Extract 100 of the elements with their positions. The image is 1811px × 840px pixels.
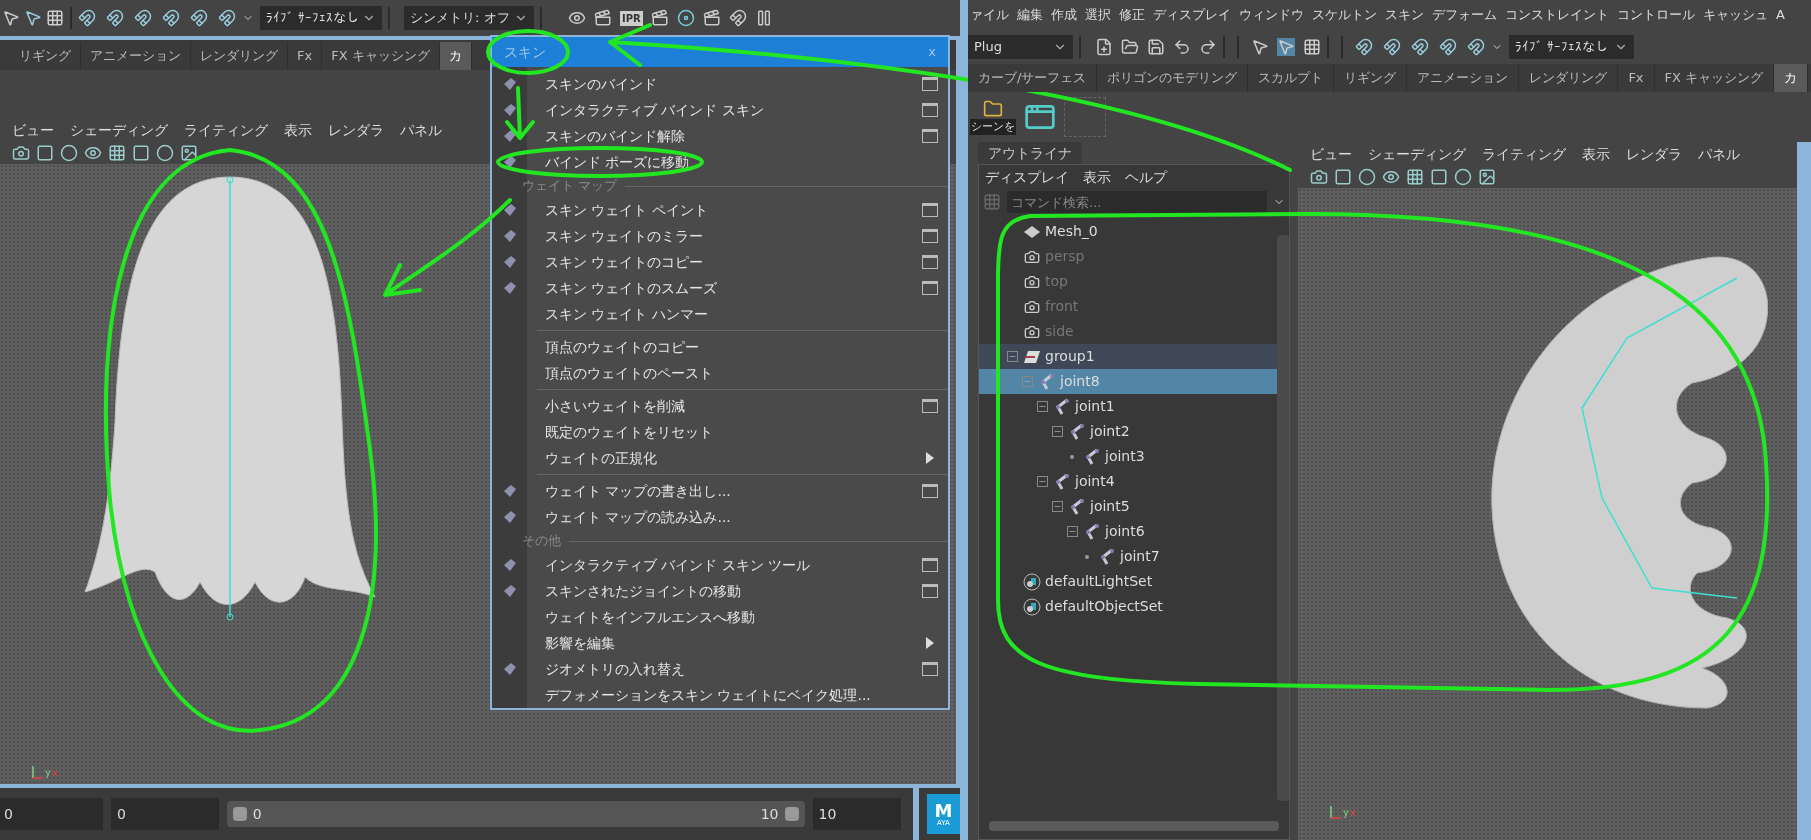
collapse-icon[interactable] <box>1051 501 1063 512</box>
search-field[interactable]: コマンド検索... <box>1007 191 1267 213</box>
camera-icon[interactable] <box>1310 168 1328 186</box>
square-icon[interactable] <box>1430 168 1448 186</box>
outliner-row[interactable]: defaultObjectSet <box>979 594 1277 619</box>
surface-dropdown[interactable]: ﾗｲﾌﾞ ｻｰﾌｪｽなし <box>260 6 382 30</box>
new-file-icon[interactable] <box>1095 38 1113 56</box>
collapse-icon[interactable] <box>1066 526 1078 537</box>
menu-row[interactable]: ジオメトリの入れ替え <box>492 656 948 682</box>
circle-icon[interactable] <box>60 144 78 162</box>
outliner-row[interactable]: joint3 <box>979 444 1277 469</box>
outliner-row[interactable]: joint2 <box>979 419 1277 444</box>
menu-bar-item[interactable]: ディスプレイ <box>1153 5 1231 25</box>
viewport[interactable]: yx <box>1298 188 1797 840</box>
menu-row[interactable]: インタラクティブ バインド スキン <box>492 97 948 123</box>
panel-menu-item[interactable]: ビュー <box>12 119 54 141</box>
outliner-menu-item[interactable]: ヘルプ <box>1125 166 1167 188</box>
menu-row[interactable]: スキンされたジョイントの移動 <box>492 578 948 604</box>
magnet-icon[interactable] <box>190 9 208 27</box>
panel-menu-item[interactable]: シェーディング <box>1368 143 1466 165</box>
circle-icon[interactable] <box>1358 168 1376 186</box>
menu-bar-item[interactable]: コントロール <box>1617 5 1695 25</box>
shelf-tab[interactable]: カ <box>439 42 472 70</box>
panel-menu-item[interactable]: パネル <box>400 119 442 141</box>
folder-icon[interactable] <box>1121 38 1139 56</box>
option-box[interactable] <box>922 129 938 143</box>
outliner-menu-item[interactable]: ディスプレイ <box>985 166 1069 188</box>
option-box[interactable] <box>922 255 938 269</box>
magnet-icon[interactable] <box>1439 38 1457 56</box>
horizontal-scrollbar[interactable] <box>989 821 1279 831</box>
panel-menu-item[interactable]: ライティング <box>184 119 268 141</box>
outliner-row[interactable]: Mesh_0 <box>979 219 1277 244</box>
outliner-row[interactable]: joint5 <box>979 494 1277 519</box>
symmetry-dropdown[interactable]: シンメトリ: オフ <box>404 6 534 30</box>
image-icon[interactable] <box>180 144 198 162</box>
menu-row[interactable]: スキン ウェイト ペイント <box>492 197 948 223</box>
menu-row[interactable]: 小さいウェイトを削減 <box>492 393 948 419</box>
menu-bar-item[interactable]: スキン <box>1385 5 1424 25</box>
menu-bar-item[interactable]: 選択 <box>1085 5 1111 25</box>
menu-row[interactable]: インタラクティブ バインド スキン ツール <box>492 552 948 578</box>
menu-row[interactable]: スキン ウェイトのコピー <box>492 249 948 275</box>
panel-menu-item[interactable]: シェーディング <box>70 119 168 141</box>
option-box[interactable] <box>922 484 938 498</box>
input-field[interactable]: 0 <box>110 798 219 830</box>
menu-row[interactable]: デフォメーションをスキン ウェイトにベイク処理... <box>492 682 948 708</box>
eye-icon[interactable] <box>1382 168 1400 186</box>
surface-dropdown[interactable]: ﾗｲﾌﾞ ｻｰﾌｪｽなし <box>1509 35 1634 59</box>
menu-bar-item[interactable]: 修正 <box>1119 5 1145 25</box>
ipr-button[interactable]: IPR <box>620 10 643 26</box>
panel-menu-item[interactable]: 表示 <box>1582 143 1610 165</box>
pointer-icon[interactable] <box>2 9 20 27</box>
redo-icon[interactable] <box>1199 38 1217 56</box>
camera-icon[interactable] <box>12 144 30 162</box>
workspace-dropdown[interactable]: Plug <box>968 35 1073 59</box>
square-icon[interactable] <box>1334 168 1352 186</box>
shelf-button[interactable]: シーンを <box>970 98 1016 136</box>
option-box[interactable] <box>922 662 938 676</box>
eye-icon[interactable] <box>84 144 102 162</box>
magnet-icon[interactable] <box>1467 38 1485 56</box>
input-field[interactable]: 0 <box>0 798 103 830</box>
magnet-icon[interactable] <box>1411 38 1429 56</box>
collapse-icon[interactable] <box>1036 476 1048 487</box>
panel-menu-item[interactable]: ライティング <box>1482 143 1566 165</box>
menu-bar-item[interactable]: A <box>1776 5 1785 25</box>
grid-icon[interactable] <box>108 144 126 162</box>
option-box[interactable] <box>922 203 938 217</box>
menu-row[interactable]: スキン ウェイト ハンマー <box>492 301 948 327</box>
clapperboard-icon[interactable] <box>594 9 612 27</box>
magnet-icon[interactable] <box>1383 38 1401 56</box>
panel-menu-item[interactable]: ビュー <box>1310 143 1352 165</box>
save-icon[interactable] <box>1147 38 1165 56</box>
outliner-row[interactable]: defaultLightSet <box>979 569 1277 594</box>
option-box[interactable] <box>922 77 938 91</box>
square-icon[interactable] <box>132 144 150 162</box>
outliner-tab[interactable]: アウトライナ <box>978 142 1082 164</box>
outliner-row[interactable]: joint4 <box>979 469 1277 494</box>
clapperboard-icon[interactable] <box>650 9 669 27</box>
collapse-icon[interactable] <box>1051 426 1063 437</box>
magnet-icon[interactable] <box>728 9 747 27</box>
menu-bar-item[interactable]: スケルトン <box>1312 5 1377 25</box>
input-field[interactable]: 10 <box>812 798 901 830</box>
magnet-icon[interactable] <box>162 9 180 27</box>
eye-icon[interactable] <box>568 9 586 27</box>
scrollbar[interactable] <box>1277 235 1289 801</box>
menu-bar-item[interactable]: キャッシュ <box>1703 5 1768 25</box>
option-box[interactable] <box>922 229 938 243</box>
option-box[interactable] <box>922 281 938 295</box>
panel-menu-item[interactable]: パネル <box>1698 143 1740 165</box>
option-box[interactable] <box>922 558 938 572</box>
magnet-icon[interactable] <box>106 9 124 27</box>
menu-bar-item[interactable]: 編集 <box>1017 5 1043 25</box>
menu-row[interactable]: 頂点のウェイトのコピー <box>492 334 948 360</box>
option-box[interactable] <box>922 103 938 117</box>
magnet-icon[interactable] <box>134 9 152 27</box>
shelf-tab[interactable]: カ <box>1774 64 1809 92</box>
menu-row[interactable]: スキン ウェイトのスムーズ <box>492 275 948 301</box>
magnet-icon[interactable] <box>1355 38 1373 56</box>
pointer-icon[interactable] <box>1251 38 1269 56</box>
circle-icon[interactable] <box>1454 168 1472 186</box>
undo-icon[interactable] <box>1173 38 1191 56</box>
